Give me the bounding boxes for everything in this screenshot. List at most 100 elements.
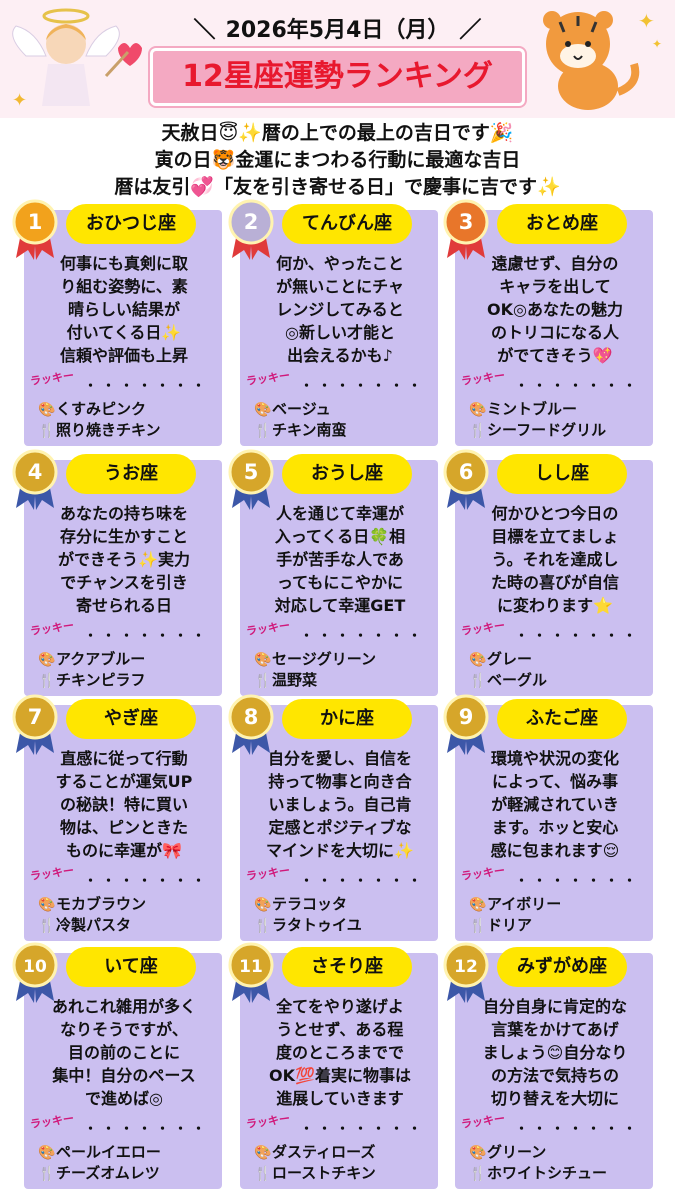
palette-icon: 🎨 bbox=[254, 1145, 272, 1161]
lucky-food-row: 🍴ベーグル bbox=[469, 669, 649, 690]
fortune-text: 環境や状況の変化 によって、悩み事 が軽減されていき ます。ホッと安心 感に包ま… bbox=[490, 749, 620, 860]
tiger-icon: ✦ ✦ bbox=[543, 9, 662, 110]
sign-name: てんびん座 bbox=[282, 204, 412, 244]
rank-card: 10 いて座あれこれ雑用が多く なりそうですが、 目の前のことに 集中！自分のペー… bbox=[12, 942, 222, 1189]
palette-icon: 🎨 bbox=[254, 897, 272, 913]
palette-icon: 🎨 bbox=[469, 897, 487, 913]
dotted-divider: ・・・・・・・ bbox=[84, 874, 211, 889]
lucky-food: ホワイトシチュー bbox=[487, 1164, 608, 1182]
sign-name: うお座 bbox=[66, 454, 196, 494]
lucky-label: ラッキー bbox=[460, 368, 506, 388]
lucky-food-row: 🍴照り焼きチキン bbox=[38, 419, 218, 440]
lucky-label: ラッキー bbox=[245, 618, 291, 638]
lucky-color-row: 🎨モカブラウン bbox=[38, 893, 218, 914]
lucky-color-row: 🎨グリーン bbox=[469, 1141, 649, 1162]
lucky-label: ラッキー bbox=[245, 1111, 291, 1131]
palette-icon: 🎨 bbox=[469, 402, 487, 418]
rank-medal-icon: 11 bbox=[228, 942, 274, 1003]
rank-number: 4 bbox=[28, 460, 43, 484]
rank-card: 8 かに座自分を愛し、自信を 持って物事と向き合 いましょう。自己肯 定感とポジテ… bbox=[228, 694, 438, 941]
rank-card: 1 おひつじ座 何事にも真剣に取 り組む姿勢に、素 晴らしい結果が 付いてくる日✨ … bbox=[12, 199, 222, 446]
rank-medal-icon: 10 bbox=[12, 942, 58, 1003]
sign-name: しし座 bbox=[497, 454, 627, 494]
rank-medal-icon: 2 bbox=[228, 199, 274, 260]
lucky-food: シーフードグリル bbox=[487, 421, 607, 439]
rank-number: 8 bbox=[244, 705, 259, 729]
intro-line: 寅の日🐯金運にまつわる行動に最適な吉日 bbox=[154, 149, 521, 171]
svg-text:✦: ✦ bbox=[12, 90, 27, 111]
dotted-divider: ・・・・・・・ bbox=[515, 379, 642, 394]
intro-text: 天赦日😇✨暦の上での最上の吉日です🎉 寅の日🐯金運にまつわる行動に最適な吉日 暦… bbox=[20, 120, 655, 201]
svg-text:✦: ✦ bbox=[638, 9, 655, 33]
lucky-color: ベージュ bbox=[272, 400, 331, 418]
lucky-food: チーズオムレツ bbox=[56, 1164, 160, 1182]
lucky-food-row: 🍴チキン南蛮 bbox=[254, 419, 434, 440]
rank-card: 5 おうし座 人を通じて幸運が 入ってくる日🍀相 手が苦手な人であ ってもにこやかに… bbox=[228, 449, 438, 696]
fork-knife-icon: 🍴 bbox=[38, 423, 56, 439]
lucky-color-row: 🎨アクアブルー bbox=[38, 648, 218, 669]
sign-name: やぎ座 bbox=[66, 699, 196, 739]
sign-name: さそり座 bbox=[282, 947, 412, 987]
fortune-text: 人を通じて幸運が 入ってくる日🍀相 手が苦手な人であ ってもにこやかに 対応して… bbox=[274, 504, 406, 615]
dotted-divider: ・・・・・・・ bbox=[84, 629, 211, 644]
sign-name: おうし座 bbox=[282, 454, 412, 494]
fortune-text: 何かひとつ今日の 目標を立てましょ う。それを達成し た時の喜びが自信 に変わり… bbox=[490, 504, 619, 615]
dotted-divider: ・・・・・・・ bbox=[300, 1122, 427, 1137]
lucky-food: ベーグル bbox=[487, 671, 548, 689]
sign-name: おとめ座 bbox=[497, 204, 627, 244]
fork-knife-icon: 🍴 bbox=[469, 1166, 487, 1182]
rank-card: 4 うお座 あなたの持ち味を 存分に生かすこと ができそう✨実力 でチャンスを引き … bbox=[12, 449, 222, 696]
lucky-color-row: 🎨アイボリー bbox=[469, 893, 649, 914]
sign-name: かに座 bbox=[282, 699, 412, 739]
rank-medal-icon: 8 bbox=[228, 694, 274, 755]
dotted-divider: ・・・・・・・ bbox=[84, 1122, 211, 1137]
rank-number: 12 bbox=[454, 957, 478, 977]
lucky-color: ペールイエロー bbox=[56, 1143, 161, 1161]
lucky-food-row: 🍴ホワイトシチュー bbox=[469, 1162, 649, 1183]
palette-icon: 🎨 bbox=[38, 1145, 56, 1161]
angel-icon: ✦ bbox=[12, 8, 142, 111]
dotted-divider: ・・・・・・・ bbox=[300, 629, 427, 644]
lucky-food: 温野菜 bbox=[272, 671, 318, 689]
rank-number: 7 bbox=[28, 705, 43, 729]
lucky-color: ミントブルー bbox=[487, 400, 578, 418]
dotted-divider: ・・・・・・・ bbox=[515, 629, 642, 644]
dotted-divider: ・・・・・・・ bbox=[300, 379, 427, 394]
lucky-food-row: 🍴ローストチキン bbox=[254, 1162, 434, 1183]
rank-card: 9 ふたご座 環境や状況の変化 によって、悩み事 が軽減されていき ます。ホッと安心… bbox=[443, 694, 653, 941]
lucky-color: グレー bbox=[487, 650, 533, 668]
fortune-text: あれこれ雑用が多く なりそうですが、 目の前のことに 集中！自分のペース で進め… bbox=[51, 997, 196, 1108]
dotted-divider: ・・・・・・・ bbox=[515, 1122, 642, 1137]
date-text: 2026年5月4日（月） bbox=[225, 18, 450, 43]
sign-name: いて座 bbox=[66, 947, 196, 987]
lucky-label: ラッキー bbox=[29, 618, 75, 638]
page-title: 12星座運勢ランキング bbox=[150, 48, 525, 106]
rank-card: 12 みずがめ座 自分自身に肯定的な 言葉をかけてあげ ましょう😊自分なり の方法で… bbox=[443, 942, 653, 1189]
lucky-food-row: 🍴チキンピラフ bbox=[38, 669, 218, 690]
fork-knife-icon: 🍴 bbox=[469, 423, 487, 439]
sign-name: おひつじ座 bbox=[66, 204, 196, 244]
fortune-text: 自分を愛し、自信を 持って物事と向き合 いましょう。自己肯 定感とポジティブな … bbox=[266, 749, 414, 860]
lucky-label: ラッキー bbox=[460, 863, 506, 883]
lucky-food: 照り焼きチキン bbox=[56, 421, 161, 439]
palette-icon: 🎨 bbox=[254, 402, 272, 418]
rank-medal-icon: 6 bbox=[443, 449, 489, 510]
lucky-color-row: 🎨ベージュ bbox=[254, 398, 434, 419]
fork-knife-icon: 🍴 bbox=[254, 918, 272, 934]
lucky-color-row: 🎨グレー bbox=[469, 648, 649, 669]
rank-medal-icon: 3 bbox=[443, 199, 489, 260]
rank-card: 3 おとめ座 遠慮せず、自分の キャラを出して OK◎あなたの魅力 のトリコになる人… bbox=[443, 199, 653, 446]
rank-medal-icon: 12 bbox=[443, 942, 489, 1003]
rank-card: 7 やぎ座 直感に従って行動 することが運気UP の秘訣！特に買い 物は、ピンときた… bbox=[12, 694, 222, 941]
rank-medal-icon: 1 bbox=[12, 199, 58, 260]
lucky-color: セージグリーン bbox=[272, 650, 376, 668]
lucky-food: 冷製パスタ bbox=[56, 916, 132, 934]
fork-knife-icon: 🍴 bbox=[254, 1166, 272, 1182]
rank-medal-icon: 9 bbox=[443, 694, 489, 755]
lucky-color: アクアブルー bbox=[56, 650, 146, 668]
lucky-label: ラッキー bbox=[29, 368, 75, 388]
lucky-color-row: 🎨セージグリーン bbox=[254, 648, 434, 669]
lucky-label: ラッキー bbox=[460, 618, 506, 638]
lucky-food-row: 🍴温野菜 bbox=[254, 669, 434, 690]
intro-line: 天赦日😇✨暦の上での最上の吉日です🎉 bbox=[161, 122, 514, 144]
